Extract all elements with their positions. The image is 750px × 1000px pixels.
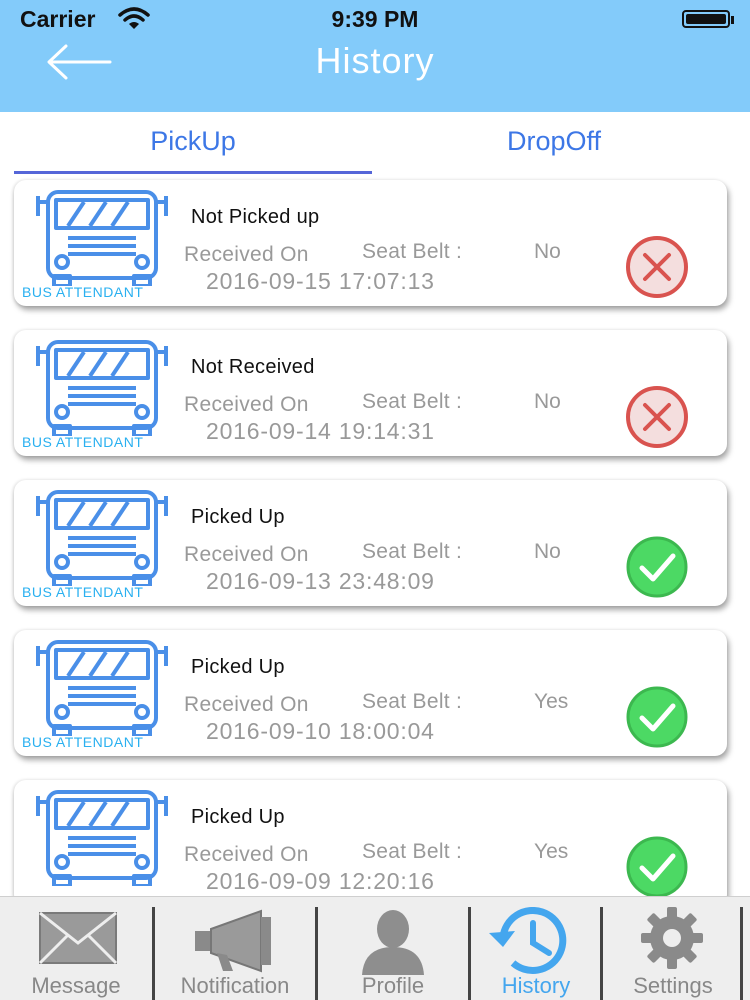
bus-attendant-label: BUS ATTENDANT <box>22 284 144 300</box>
bus-attendant-label: BUS ATTENDANT <box>22 584 144 600</box>
school-bus-icon <box>36 490 168 586</box>
gear-icon <box>641 907 703 969</box>
bus-attendant-label: BUS ATTENDANT <box>22 734 144 750</box>
history-card[interactable]: BUS ATTENDANT Not Received Received On S… <box>14 330 727 456</box>
received-date: 2016-09-10 18:00:04 <box>206 718 435 744</box>
cross-icon <box>626 236 688 298</box>
seat-belt-label: Seat Belt : <box>362 540 463 563</box>
history-card[interactable]: Picked Up Received On Seat Belt : Yes 20… <box>14 780 727 896</box>
nav-history[interactable]: History <box>471 897 601 1000</box>
nav-message[interactable]: Message <box>0 897 152 1000</box>
cross-icon <box>626 386 688 448</box>
seat-belt-label: Seat Belt : <box>362 840 463 863</box>
clock-label: 9:39 PM <box>331 6 419 32</box>
navigation-bar: Carrier 9:39 PM History <box>0 0 750 112</box>
megaphone-icon <box>195 909 271 973</box>
pickup-status: Not Received <box>191 356 315 378</box>
received-on-label: Received On <box>184 543 309 566</box>
history-card[interactable]: BUS ATTENDANT Picked Up Received On Seat… <box>14 630 727 756</box>
seat-belt-value: Yes <box>534 690 569 713</box>
nav-divider <box>740 907 743 1000</box>
school-bus-icon <box>36 340 168 436</box>
nav-profile[interactable]: Profile <box>318 897 468 1000</box>
received-date: 2016-09-15 17:07:13 <box>206 268 435 294</box>
seat-belt-label: Seat Belt : <box>362 390 463 413</box>
tab-pickup[interactable]: PickUp <box>14 112 372 174</box>
seat-belt-value: No <box>534 240 561 263</box>
received-date: 2016-09-09 12:20:16 <box>206 868 435 894</box>
pickup-status: Picked Up <box>191 806 285 828</box>
history-card[interactable]: BUS ATTENDANT Not Picked up Received On … <box>14 180 727 306</box>
tab-dropoff[interactable]: DropOff <box>372 112 736 174</box>
page-title: History <box>315 40 435 81</box>
check-icon <box>626 686 688 748</box>
seat-belt-value: No <box>534 540 561 563</box>
check-icon <box>626 836 688 896</box>
received-date: 2016-09-14 19:14:31 <box>206 418 435 444</box>
check-icon <box>626 536 688 598</box>
received-on-label: Received On <box>184 693 309 716</box>
pickup-status: Picked Up <box>191 656 285 678</box>
person-icon <box>362 910 424 975</box>
history-clock-icon <box>489 907 567 974</box>
history-list[interactable]: BUS ATTENDANT Not Picked up Received On … <box>0 174 750 896</box>
seat-belt-label: Seat Belt : <box>362 690 463 713</box>
received-on-label: Received On <box>184 393 309 416</box>
tab-bar-bottom: Message Notification Profile History Set… <box>0 896 750 1000</box>
school-bus-icon <box>36 190 168 286</box>
seat-belt-value: Yes <box>534 840 569 863</box>
envelope-icon <box>38 911 118 965</box>
nav-notification[interactable]: Notification <box>155 897 315 1000</box>
school-bus-icon <box>36 640 168 736</box>
received-on-label: Received On <box>184 843 309 866</box>
history-card[interactable]: BUS ATTENDANT Picked Up Received On Seat… <box>14 480 727 606</box>
seat-belt-label: Seat Belt : <box>362 240 463 263</box>
nav-settings[interactable]: Settings <box>603 897 743 1000</box>
received-on-label: Received On <box>184 243 309 266</box>
status-bar: Carrier 9:39 PM <box>0 0 750 40</box>
pickup-status: Not Picked up <box>191 206 320 228</box>
received-date: 2016-09-13 23:48:09 <box>206 568 435 594</box>
pickup-status: Picked Up <box>191 506 285 528</box>
bus-attendant-label: BUS ATTENDANT <box>22 434 144 450</box>
school-bus-icon <box>36 790 168 886</box>
seat-belt-value: No <box>534 390 561 413</box>
tab-bar: PickUp DropOff <box>14 112 736 174</box>
battery-icon <box>682 10 734 28</box>
